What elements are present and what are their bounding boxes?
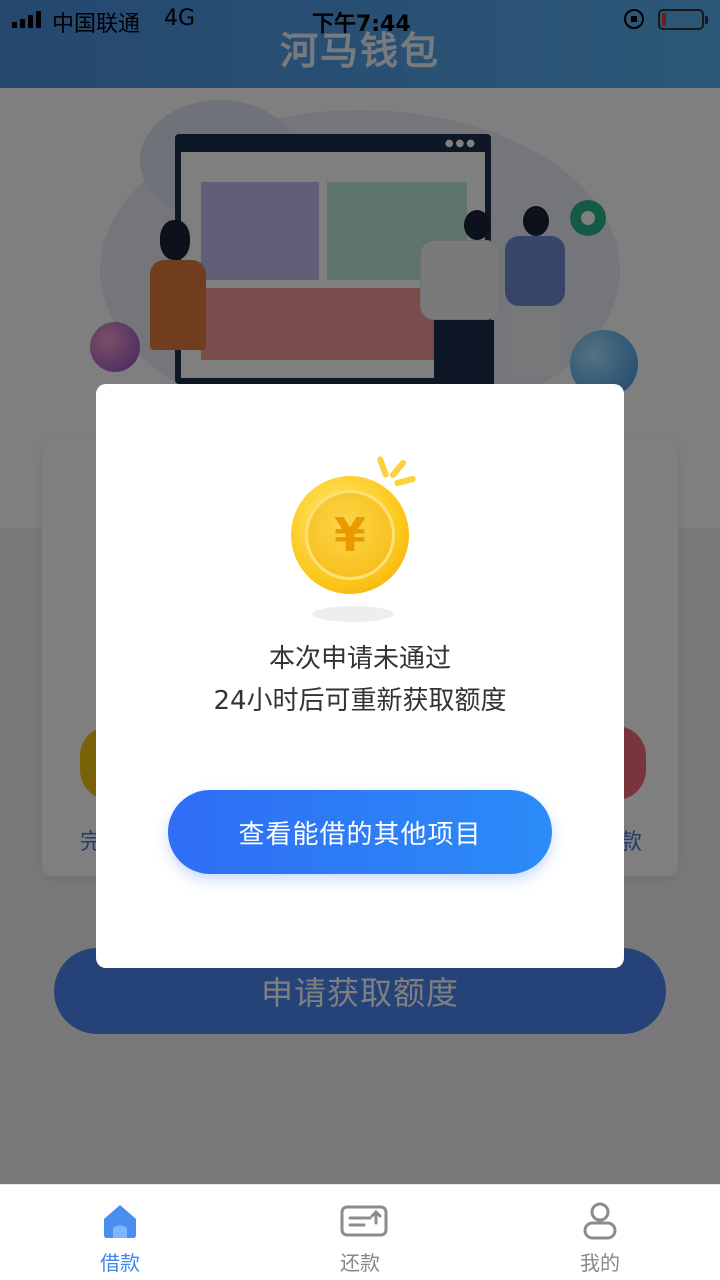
rejection-dialog: ¥ 本次申请未通过 24小时后可重新获取额度 查看能借的其他项目	[96, 384, 624, 968]
tab-label: 还款	[340, 1251, 380, 1275]
tab-borrow[interactable]: 借款	[0, 1185, 240, 1280]
tab-mine[interactable]: 我的	[480, 1185, 720, 1280]
dialog-message: 本次申请未通过	[268, 644, 451, 674]
repay-icon	[340, 1201, 388, 1241]
coin-shadow	[312, 606, 394, 622]
tab-label: 我的	[580, 1251, 620, 1275]
yuan-symbol: ¥	[305, 490, 395, 580]
home-icon	[100, 1201, 140, 1241]
view-other-projects-button[interactable]: 查看能借的其他项目	[168, 790, 552, 874]
tab-label: 借款	[100, 1251, 140, 1275]
bottom-tab-bar: 借款 还款 我的	[0, 1184, 720, 1280]
sparkle-decoration	[393, 475, 417, 487]
tab-repay[interactable]: 还款	[240, 1185, 480, 1280]
sparkle-decoration	[376, 455, 390, 479]
sparkle-decoration	[388, 458, 408, 480]
user-icon	[580, 1201, 620, 1241]
coin-icon: ¥	[291, 476, 409, 594]
dialog-message: 24小时后可重新获取额度	[213, 686, 507, 716]
